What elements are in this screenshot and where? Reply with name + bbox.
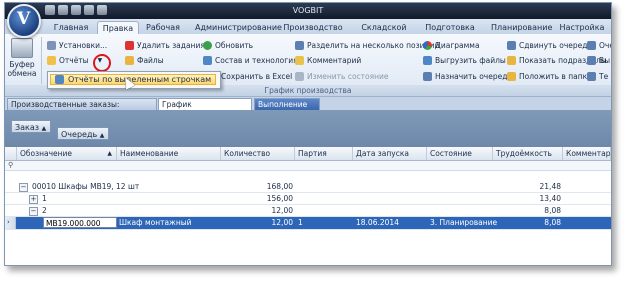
col-batch[interactable]: Партия — [295, 147, 353, 160]
col-start-date[interactable]: Дата запуска — [353, 147, 427, 160]
export-files-button[interactable]: Выгрузить файлы — [423, 55, 506, 66]
ribbon-separator — [41, 37, 42, 84]
reports-icon — [47, 56, 56, 65]
table-row[interactable]: −2 12,00 8,08 — [5, 205, 611, 217]
change-state-button[interactable]: Изменить состояние — [295, 71, 389, 82]
shift-icon — [507, 41, 516, 50]
split-icon — [295, 41, 304, 50]
report-icon — [55, 75, 64, 84]
document-tabs: Производственные заказы: текущие× График… — [5, 97, 611, 122]
folder-icon — [507, 72, 516, 81]
ribbon-cut-button-1[interactable]: Оче — [587, 40, 611, 51]
put-in-folder-button[interactable]: Положить в папку — [507, 71, 592, 82]
ribbon-tabs: Главная Правка Рабочая Администрирование… — [5, 19, 611, 45]
col-labor[interactable]: Трудоёмкость — [493, 147, 563, 160]
tab-work[interactable]: Рабочая — [143, 21, 183, 34]
table-row-selected[interactable]: › МВ19.000.000 Шкаф монтажный 12,00 1 18… — [5, 217, 611, 230]
row-indicator: › — [5, 217, 16, 229]
doctab-orders-current[interactable]: Производственные заказы: текущие× — [7, 98, 157, 122]
col-comment[interactable]: Комментарий — [563, 147, 611, 160]
highlight-circle — [93, 54, 111, 72]
col-designation[interactable]: Обозначение ▲ — [17, 147, 117, 160]
table-row[interactable]: +1 156,00 13,40 — [5, 193, 611, 205]
tab-admin[interactable]: Администрирование — [195, 21, 282, 34]
header-corner — [5, 147, 17, 160]
files-button[interactable]: Файлы — [125, 55, 164, 66]
settings-icon — [47, 41, 56, 50]
current-row-arrow-icon: › — [7, 218, 10, 226]
pie-chart-icon — [423, 41, 432, 50]
folder-icon — [125, 56, 134, 65]
save-excel-button[interactable]: Сохранить в Excel▼ — [221, 71, 300, 82]
shift-queue-button[interactable]: Сдвинуть очередь — [507, 40, 592, 51]
subsections-icon — [507, 56, 516, 65]
comment-icon — [295, 56, 304, 65]
doctab-execution[interactable]: Выполнение× — [254, 98, 320, 122]
app-window: VOGBIT Главная Правка Рабочая Администри… — [4, 2, 612, 266]
comment-button[interactable]: Комментарий — [295, 55, 361, 66]
clipboard-button[interactable]: Буфер обмена — [7, 38, 37, 84]
settings-button[interactable]: Установки... — [47, 40, 107, 51]
tab-production[interactable]: Производство — [283, 21, 343, 34]
collapse-icon[interactable]: − — [29, 206, 38, 216]
refresh-button[interactable]: Обновить — [203, 40, 253, 51]
queue-icon — [587, 41, 596, 50]
state-icon — [295, 72, 304, 81]
doctab-production-schedule[interactable]: График производства× — [158, 98, 252, 122]
grouping-panel: Заказ ▲ Очередь ▲ — [5, 110, 611, 147]
clipboard-icon — [11, 38, 33, 58]
tab-edit[interactable]: Правка — [97, 21, 139, 35]
tab-preparation[interactable]: Подготовка — [425, 21, 475, 34]
diagram-button[interactable]: Диаграмма — [423, 40, 480, 51]
tab-warehouse[interactable]: Складской учёт — [351, 21, 417, 45]
window-title: VOGBIT — [292, 6, 324, 15]
ribbon-cut-button-3[interactable]: Те — [587, 71, 608, 82]
export-icon — [423, 56, 432, 65]
assign-queue-button[interactable]: Назначить очередь — [423, 71, 512, 82]
tab-main[interactable]: Главная — [51, 21, 91, 34]
sort-up-icon: ▲ — [99, 132, 105, 139]
data-grid: Обозначение ▲ Наименование Количество Пар… — [5, 147, 611, 265]
table-row[interactable]: −00010 Шкафы МВ19, 12 шт 168,00 21,48 — [5, 181, 611, 193]
refresh-icon — [203, 41, 212, 50]
group-field-queue[interactable]: Очередь ▲ — [57, 127, 109, 140]
grid-header: Обозначение ▲ Наименование Количество Пар… — [5, 147, 611, 161]
delete-tasks-button[interactable]: Удалить задания — [125, 40, 205, 51]
col-state[interactable]: Состояние — [427, 147, 493, 160]
tab-planning[interactable]: Планирование — [491, 21, 552, 34]
sort-up-icon: ▲ — [41, 125, 47, 132]
col-name[interactable]: Наименование — [117, 147, 221, 160]
ribbon-cut-button-2[interactable]: Вы — [587, 55, 610, 66]
collapse-icon[interactable]: − — [19, 182, 28, 192]
title-bar: VOGBIT — [5, 3, 611, 19]
filter-icon[interactable]: ⚲ — [8, 161, 13, 169]
document-icon — [587, 72, 596, 81]
composition-tech-button[interactable]: Состав и технология — [203, 55, 298, 66]
export-icon — [587, 56, 596, 65]
split-positions-button[interactable]: Разделить на несколько позиций — [295, 40, 439, 51]
tab-settings[interactable]: Настройка — [557, 21, 607, 34]
app-logo-button[interactable] — [7, 4, 41, 38]
sort-asc-icon: ▲ — [107, 150, 112, 157]
col-quantity[interactable]: Количество — [221, 147, 295, 160]
group-field-order[interactable]: Заказ ▲ — [11, 120, 51, 133]
reports-dropdown-menu: Отчёты по выделенным строчкам — [47, 71, 221, 89]
filter-row[interactable]: ⚲ — [5, 161, 611, 171]
expand-icon[interactable]: + — [29, 194, 38, 204]
delete-icon — [125, 41, 134, 50]
designation-input[interactable]: МВ19.000.000 — [43, 217, 117, 228]
structure-icon — [203, 56, 212, 65]
queue-icon — [423, 72, 432, 81]
